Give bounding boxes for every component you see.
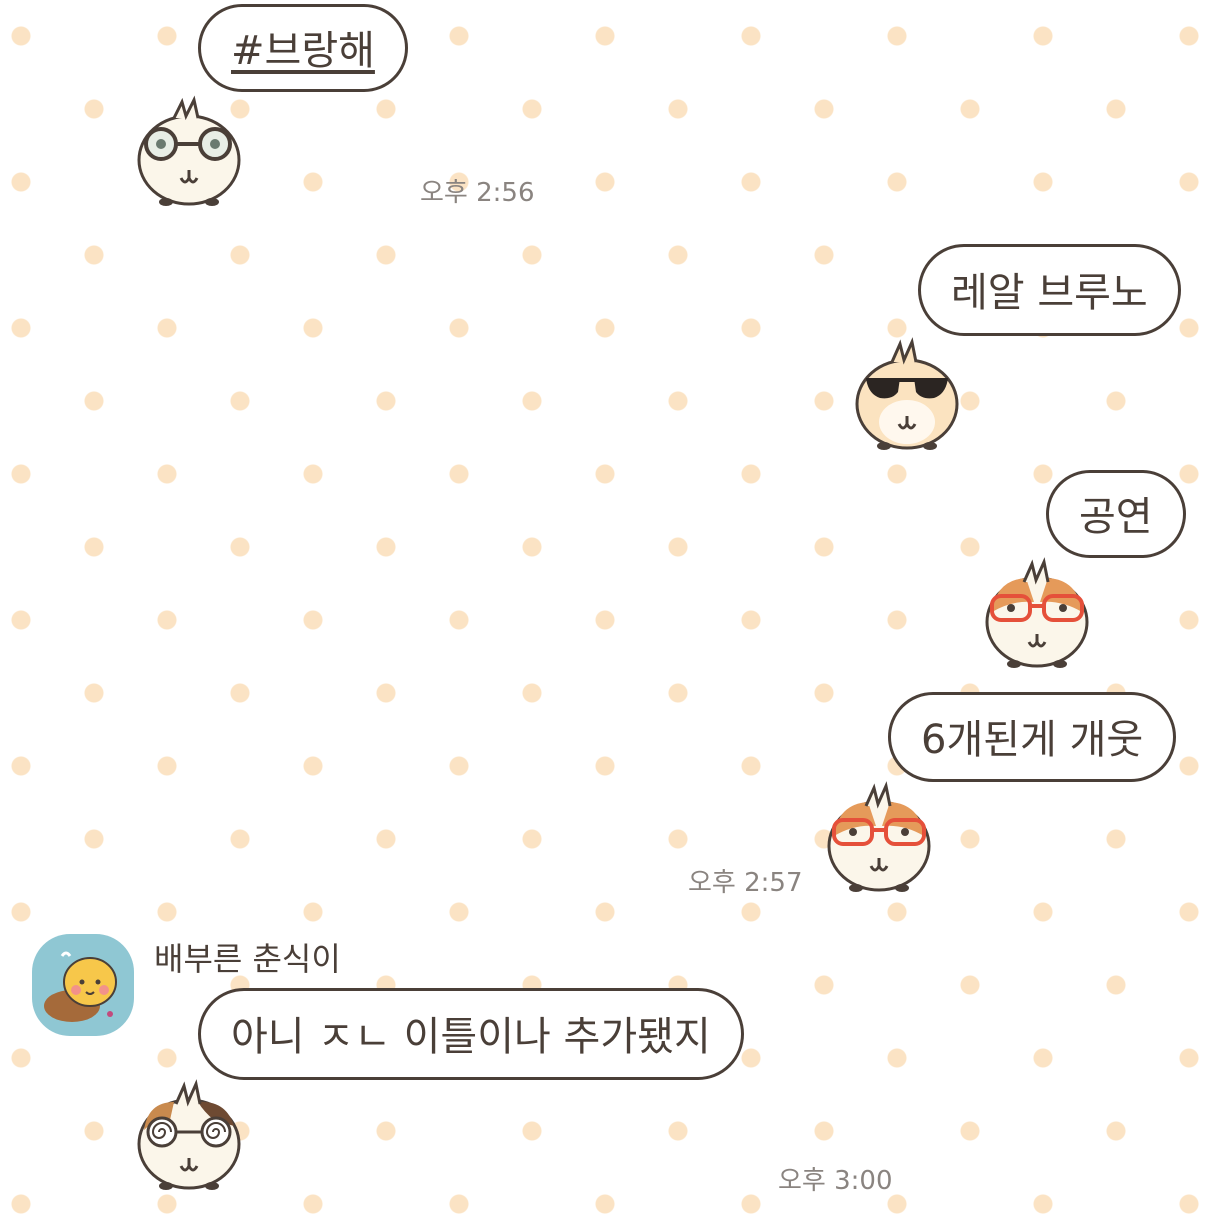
chunsik-avatar-icon <box>44 951 117 1022</box>
chat-room: #브랑해 오후 2:56 레알 브루노 공연 6개된게 개웃 오후 2:57 배… <box>0 0 1206 1230</box>
sender-avatar[interactable] <box>32 934 134 1036</box>
message-bubble[interactable]: 레알 브루노 <box>918 244 1181 336</box>
message-timestamp: 오후 2:56 <box>420 178 535 208</box>
message-timestamp: 오후 2:57 <box>688 868 803 898</box>
message-bubble[interactable]: 아니 ㅈㄴ 이틀이나 추가됐지 <box>198 988 744 1080</box>
guinea-pig-red-glasses-icon <box>982 556 1092 676</box>
guinea-pig-round-glasses-icon <box>134 90 244 210</box>
sender-name: 배부른 춘식이 <box>154 940 341 978</box>
message-timestamp: 오후 3:00 <box>778 1166 893 1196</box>
guinea-pig-sunglasses-icon <box>852 334 962 454</box>
message-bubble[interactable]: 6개된게 개웃 <box>888 692 1177 782</box>
guinea-pig-spiral-glasses-icon <box>134 1076 244 1196</box>
message-bubble[interactable]: #브랑해 <box>198 4 408 92</box>
hashtag-link[interactable]: #브랑해 <box>231 28 375 74</box>
message-bubble[interactable]: 공연 <box>1046 470 1186 558</box>
guinea-pig-red-glasses-icon <box>824 780 934 900</box>
